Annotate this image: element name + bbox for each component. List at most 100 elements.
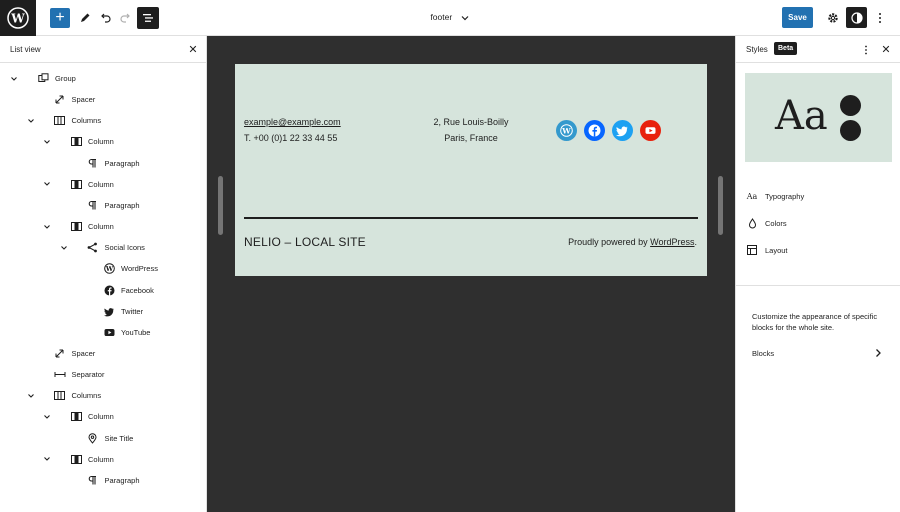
list-view-item-label: Social Icons — [104, 243, 145, 253]
document-title[interactable]: footer — [0, 12, 900, 22]
list-view-item-label: Site Title — [104, 433, 134, 443]
email-link[interactable]: example@example.com — [244, 117, 341, 127]
styles-header: Styles Beta ✕ — [736, 36, 900, 63]
more-vertical-icon — [879, 13, 881, 23]
separator-line[interactable] — [244, 217, 698, 219]
layout-icon — [745, 245, 759, 255]
list-view-item-spacer[interactable]: Spacer — [0, 89, 206, 110]
site-title[interactable]: NELIO – LOCAL SITE — [244, 235, 366, 249]
powered-prefix: Proudly powered by — [568, 237, 651, 247]
preview-color-dot-2 — [840, 120, 861, 141]
contrast-icon — [850, 11, 863, 24]
list-view-item-facebook[interactable]: Facebook — [0, 280, 206, 301]
list-view-item-twitter[interactable]: Twitter — [0, 301, 206, 322]
list-view-item-separator[interactable]: Separator — [0, 364, 206, 385]
resize-handle-right[interactable] — [718, 176, 723, 235]
blocks-label: Blocks — [752, 348, 775, 358]
list-view-item-columns[interactable]: Columns — [0, 385, 206, 406]
list-view-item-social-icons[interactable]: Social Icons — [0, 237, 206, 258]
list-view-item-columns[interactable]: Columns — [0, 110, 206, 131]
list-view-item-label: WordPress — [121, 264, 158, 274]
chevron-down-icon[interactable] — [43, 223, 51, 231]
social-wordpress[interactable]: W — [556, 120, 577, 141]
social-youtube[interactable] — [640, 120, 661, 141]
share-icon — [87, 242, 99, 254]
settings-button[interactable] — [823, 8, 843, 28]
address-line-1[interactable]: 2, Rue Louis-Boilly — [406, 117, 536, 127]
chevron-down-icon[interactable] — [43, 138, 51, 146]
list-view-panel: List view ✕ Group Spacer Columns Column Para… — [0, 36, 207, 512]
list-view-item-column[interactable]: Column — [0, 449, 206, 470]
list-view-item-column[interactable]: Column — [0, 131, 206, 152]
column-icon — [70, 411, 82, 423]
column-icon — [70, 136, 82, 148]
address-line-2[interactable]: Paris, France — [406, 133, 536, 143]
list-view-item-column[interactable]: Column — [0, 406, 206, 427]
twitter-icon — [103, 305, 115, 317]
spacer-icon — [54, 94, 66, 106]
list-view-item-label: Spacer — [71, 348, 96, 358]
columns-icon — [54, 390, 66, 402]
beta-badge: Beta — [774, 42, 798, 55]
list-view-item-site-title[interactable]: Site Title — [0, 428, 206, 449]
chevron-down-icon[interactable] — [27, 117, 35, 125]
list-view-item-label: Column — [88, 412, 114, 422]
wordpress-icon: W — [560, 124, 573, 137]
list-view-item-label: Paragraph — [104, 475, 140, 485]
typography-nav-item[interactable]: Aa Typography — [745, 186, 892, 206]
list-view-header: List view ✕ — [0, 36, 206, 63]
group-icon — [37, 73, 49, 85]
list-view-item-paragraph[interactable]: Paragraph — [0, 195, 206, 216]
style-preview[interactable]: Aa — [745, 73, 892, 162]
chevron-down-icon[interactable] — [27, 392, 35, 400]
document-title-label: footer — [430, 12, 453, 22]
list-view-item-group[interactable]: Group — [0, 68, 206, 89]
map-marker-icon — [87, 432, 99, 444]
list-view-item-label: Column — [88, 137, 114, 147]
chevron-right-icon — [876, 349, 881, 357]
preview-typography-sample: Aa — [775, 93, 828, 139]
facebook-icon — [588, 124, 601, 137]
layout-nav-item[interactable]: Layout — [745, 240, 892, 260]
chevron-down-icon[interactable] — [43, 413, 51, 421]
phone-text[interactable]: T. +00 (0)1 22 33 44 55 — [244, 133, 337, 143]
list-view-item-label: Paragraph — [104, 200, 140, 210]
list-view-item-wordpress[interactable]: W WordPress — [0, 258, 206, 279]
more-vertical-icon — [865, 45, 867, 55]
preview-color-dot-1 — [840, 95, 861, 116]
chevron-down-icon[interactable] — [43, 180, 51, 188]
paragraph-icon — [87, 474, 99, 486]
spacer-icon — [54, 347, 66, 359]
chevron-down-icon[interactable] — [10, 75, 18, 83]
chevron-down-icon[interactable] — [60, 244, 68, 252]
paragraph-icon — [87, 199, 99, 211]
styles-divider — [736, 285, 900, 286]
powered-by-text[interactable]: Proudly powered by WordPress. — [568, 237, 697, 247]
close-styles-button[interactable]: ✕ — [880, 44, 892, 56]
chevron-down-icon[interactable] — [43, 455, 51, 463]
styles-options-button[interactable] — [860, 44, 872, 56]
styles-title: Styles — [746, 45, 768, 54]
options-button[interactable] — [870, 8, 890, 28]
resize-handle-left[interactable] — [218, 176, 223, 235]
wordpress-link[interactable]: WordPress — [650, 237, 694, 247]
list-view-item-paragraph[interactable]: Paragraph — [0, 153, 206, 174]
list-view-item-label: Paragraph — [104, 158, 140, 168]
list-view-item-column[interactable]: Column — [0, 216, 206, 237]
close-list-view-button[interactable]: ✕ — [187, 44, 199, 56]
list-view-item-label: Twitter — [121, 306, 144, 316]
colors-nav-item[interactable]: Colors — [745, 213, 892, 233]
list-view-item-spacer[interactable]: Spacer — [0, 343, 206, 364]
list-view-item-paragraph[interactable]: Paragraph — [0, 470, 206, 491]
social-facebook[interactable] — [584, 120, 605, 141]
blocks-nav-item[interactable]: Blocks — [752, 346, 882, 360]
wordpress-icon: W — [103, 263, 115, 275]
footer-template-preview[interactable]: example@example.com T. +00 (0)1 22 33 44… — [235, 64, 707, 276]
list-view-item-youtube[interactable]: YouTube — [0, 322, 206, 343]
list-view-item-label: Column — [88, 179, 114, 189]
save-button[interactable]: Save — [782, 7, 813, 28]
list-view-item-column[interactable]: Column — [0, 174, 206, 195]
styles-button[interactable] — [846, 7, 867, 28]
gear-icon — [828, 13, 838, 23]
social-twitter[interactable] — [612, 120, 633, 141]
